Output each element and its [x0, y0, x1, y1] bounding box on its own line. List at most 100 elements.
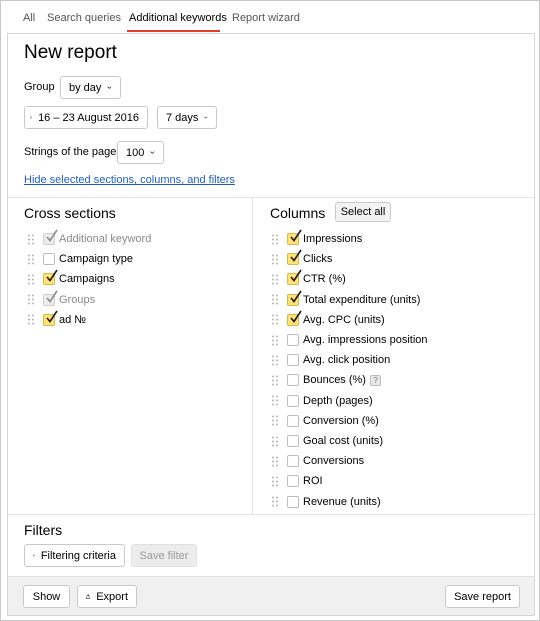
column-row[interactable]: Avg. impressions position — [271, 332, 428, 348]
drag-handle-icon[interactable] — [271, 375, 279, 386]
drag-handle-icon[interactable] — [271, 395, 279, 406]
column-checkbox[interactable] — [287, 394, 299, 407]
check-icon — [46, 310, 58, 323]
column-row[interactable]: Goal cost (units) — [271, 433, 383, 449]
add-filter-button[interactable]: Filtering criteria — [24, 544, 125, 567]
column-row[interactable]: ROI — [271, 473, 323, 489]
date-range-text: 16 – 23 August 2016 — [38, 111, 139, 124]
column-checkbox[interactable] — [287, 354, 299, 367]
column-checkbox[interactable] — [287, 290, 302, 306]
period-dropdown[interactable]: 7 days — [157, 106, 217, 129]
tab-search-queries[interactable]: Search queries — [47, 12, 121, 24]
cross-section-checkbox[interactable] — [43, 253, 55, 266]
chevron-down-icon — [150, 151, 155, 154]
show-button[interactable]: Show — [23, 585, 70, 608]
drag-handle-icon[interactable] — [271, 496, 279, 507]
cross-section-checkbox[interactable] — [43, 269, 58, 286]
strings-per-page-dropdown[interactable]: 100 — [117, 141, 164, 164]
column-row[interactable]: Conversions — [271, 453, 364, 469]
column-row[interactable]: Bounces (%)? — [271, 372, 381, 388]
drag-handle-icon[interactable] — [271, 355, 279, 366]
tab-bar: All Search queries Additional keywords R… — [1, 1, 539, 34]
chevron-down-icon — [204, 116, 208, 119]
drag-handle-icon[interactable] — [27, 294, 35, 305]
drag-handle-icon[interactable] — [271, 314, 279, 325]
cross-section-row[interactable]: Additional keyword — [27, 229, 152, 247]
drag-handle-icon[interactable] — [27, 314, 35, 325]
chevron-down-icon — [107, 86, 112, 89]
cross-section-row[interactable]: Campaigns — [27, 269, 115, 287]
column-row[interactable]: Revenue (units) — [271, 494, 381, 510]
cross-sections-title: Cross sections — [24, 205, 116, 221]
divider — [8, 197, 534, 198]
column-label: Revenue (units) — [303, 495, 381, 508]
column-checkbox[interactable] — [287, 455, 299, 468]
check-icon — [46, 269, 58, 283]
cross-section-label: Campaigns — [59, 273, 115, 286]
column-checkbox[interactable] — [287, 229, 302, 245]
strings-label: Strings of the page — [24, 146, 117, 158]
columns-title: Columns — [270, 205, 326, 221]
group-value: by day — [69, 81, 102, 94]
check-icon — [46, 290, 58, 303]
drag-handle-icon[interactable] — [271, 294, 279, 305]
column-row[interactable]: Clicks — [271, 249, 332, 267]
tab-all[interactable]: All — [23, 12, 35, 24]
cross-section-checkbox[interactable] — [43, 290, 58, 306]
column-label: Conversion (%) — [303, 414, 379, 427]
check-icon — [290, 249, 302, 263]
cross-section-label: Additional keyword — [59, 233, 152, 245]
column-checkbox[interactable] — [287, 475, 299, 488]
column-checkbox[interactable] — [287, 334, 299, 346]
cross-section-row[interactable]: ad № — [27, 310, 86, 328]
drag-handle-icon[interactable] — [271, 415, 279, 426]
column-checkbox[interactable] — [287, 495, 299, 508]
column-row[interactable]: Conversion (%) — [271, 413, 379, 429]
cross-section-checkbox[interactable] — [43, 229, 58, 245]
cross-section-row[interactable]: Groups — [27, 290, 95, 308]
tab-additional-keywords[interactable]: Additional keywords — [129, 12, 227, 24]
group-dropdown[interactable]: by day — [60, 76, 121, 99]
help-icon[interactable]: ? — [369, 374, 381, 386]
drag-handle-icon[interactable] — [27, 234, 35, 245]
cross-section-label: Campaign type — [59, 253, 133, 266]
drag-handle-icon[interactable] — [271, 274, 279, 285]
column-checkbox[interactable] — [287, 414, 299, 427]
tab-report-wizard[interactable]: Report wizard — [232, 12, 300, 24]
column-row[interactable]: Impressions — [271, 229, 362, 247]
save-report-button[interactable]: Save report — [445, 585, 520, 608]
drag-handle-icon[interactable] — [271, 335, 279, 346]
active-tab-indicator — [127, 30, 220, 32]
drag-handle-icon[interactable] — [27, 274, 35, 285]
column-label: Depth (pages) — [303, 394, 373, 407]
column-row[interactable]: Avg. click position — [271, 352, 390, 368]
drag-handle-icon[interactable] — [271, 436, 279, 447]
report-page: All Search queries Additional keywords R… — [0, 0, 540, 621]
column-checkbox[interactable] — [287, 435, 299, 447]
save-filter-button[interactable]: Save filter — [131, 544, 197, 567]
hide-sections-link[interactable]: Hide selected sections, columns, and fil… — [24, 174, 235, 186]
drag-handle-icon[interactable] — [271, 456, 279, 467]
column-checkbox[interactable] — [287, 269, 302, 286]
group-label: Group — [24, 81, 55, 93]
export-button[interactable]: Export — [77, 585, 137, 608]
column-label: ROI — [303, 475, 323, 488]
drag-handle-icon[interactable] — [27, 254, 35, 265]
column-row[interactable]: Total expenditure (units) — [271, 290, 420, 308]
select-all-button[interactable]: Select all — [335, 202, 391, 222]
column-row[interactable]: Avg. CPC (units) — [271, 310, 385, 328]
cross-section-row[interactable]: Campaign type — [27, 251, 133, 267]
column-checkbox[interactable] — [287, 310, 302, 326]
cross-section-checkbox[interactable] — [43, 310, 58, 326]
drag-handle-icon[interactable] — [271, 254, 279, 265]
strings-value: 100 — [126, 146, 145, 159]
drag-handle-icon[interactable] — [271, 476, 279, 487]
drag-handle-icon[interactable] — [271, 234, 279, 245]
column-checkbox[interactable] — [287, 374, 299, 387]
column-row[interactable]: CTR (%) — [271, 269, 346, 287]
column-row[interactable]: Depth (pages) — [271, 393, 373, 409]
date-range-picker[interactable]: 16 – 23 August 2016 — [24, 106, 148, 129]
divider — [8, 514, 534, 515]
column-checkbox[interactable] — [287, 249, 302, 266]
add-filter-label: Filtering criteria — [40, 549, 116, 562]
